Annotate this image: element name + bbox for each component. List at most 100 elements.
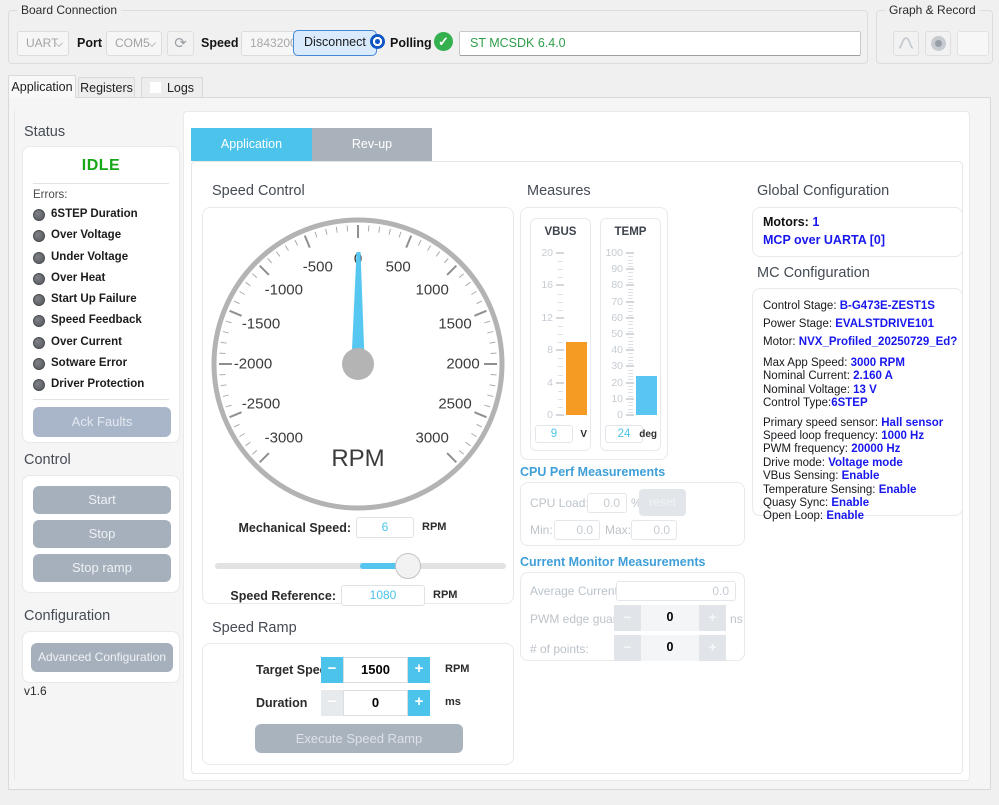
configuration-section-title: Configuration — [24, 608, 111, 624]
points-field[interactable]: 0 — [641, 635, 699, 661]
polling-label: Polling — [390, 36, 432, 50]
start-button[interactable]: Start — [33, 486, 171, 514]
graph-button[interactable] — [893, 31, 919, 56]
mc-configuration-title: MC Configuration — [757, 265, 870, 281]
polling-radio[interactable] — [370, 34, 385, 49]
duration-decrement-button[interactable]: − — [321, 690, 343, 716]
speed-reference-field[interactable]: 1080 — [341, 585, 425, 606]
graph-record-title: Graph & Record — [885, 3, 980, 17]
logs-tab-icon — [149, 82, 161, 93]
target-speed-increment-button[interactable]: + — [408, 657, 430, 683]
temp-major-tick — [626, 300, 634, 303]
mc-config-value: 20000 Hz — [851, 443, 901, 456]
cpu-load-max-field[interactable]: 0.0 — [631, 520, 677, 540]
mc-config-value: Hall sensor — [881, 416, 944, 429]
temp-gauge: TEMP 100 90 80 70 60 50 40 30 20 10 0 24 deg — [600, 218, 661, 451]
pwm-edge-guard-field[interactable]: 0 — [641, 605, 699, 631]
refresh-ports-button[interactable]: ⟳ — [167, 31, 194, 56]
control-button-list: Start Stop Stop ramp — [23, 476, 179, 592]
ack-faults-button[interactable]: Ack Faults — [33, 407, 171, 437]
status-section-title: Status — [24, 124, 66, 140]
speed-slider-handle[interactable] — [395, 553, 421, 579]
temp-minor-tick — [628, 379, 633, 381]
mechanical-speed-field[interactable]: 6 — [356, 517, 414, 538]
temp-minor-tick — [628, 304, 633, 306]
tab-application[interactable]: Application — [8, 75, 76, 98]
mc-config-row: Open Loop: Enable — [763, 510, 956, 523]
temp-tick-label: 40 — [611, 344, 623, 357]
error-indicator-dot — [33, 336, 45, 349]
cpu-load-field[interactable]: 0.0 — [587, 493, 627, 513]
temp-minor-tick — [628, 372, 633, 374]
error-item: Over Current — [33, 334, 175, 355]
record-icon — [931, 36, 946, 51]
cpu-load-min-field[interactable]: 0.0 — [554, 520, 600, 540]
mc-configuration-card: Control Stage: B-G473E-ZEST1S Power Stage… — [752, 288, 963, 522]
subtab-application[interactable]: Application — [191, 128, 312, 161]
vbus-value-field[interactable]: 9 — [535, 425, 573, 443]
vbus-unit-label: V — [580, 429, 587, 440]
temp-minor-tick — [628, 262, 633, 264]
svg-text:3000: 3000 — [416, 430, 449, 447]
error-label: Speed Feedback — [51, 314, 142, 327]
mc-config-row: Power Stage: EVALSTDRIVE101 — [763, 315, 956, 333]
points-increment-button[interactable]: + — [699, 635, 726, 661]
average-current-field[interactable]: 0.0 — [616, 581, 736, 601]
temp-major-tick — [626, 381, 634, 384]
points-decrement-button[interactable]: − — [614, 635, 641, 661]
mechanical-speed-unit: RPM — [422, 521, 447, 533]
tab-registers[interactable]: Registers — [78, 77, 135, 98]
error-indicator-dot — [33, 272, 45, 285]
version-label: v1.6 — [24, 684, 47, 698]
mc-config-row: Speed loop frequency: 1000 Hz — [763, 430, 956, 443]
current-monitor-title: Current Monitor Measurements — [520, 555, 706, 569]
temp-minor-tick — [628, 359, 633, 361]
duration-increment-button[interactable]: + — [408, 690, 430, 716]
record-time-box[interactable] — [957, 31, 989, 56]
port-select[interactable]: COM5 — [106, 31, 162, 56]
cpu-load-reset-button[interactable]: reset — [639, 489, 686, 516]
duration-unit: ms — [445, 696, 461, 708]
subtab-revup[interactable]: Rev-up — [312, 128, 432, 161]
error-indicator-dot — [33, 294, 45, 307]
pwm-edge-guard-decrement-button[interactable]: − — [614, 605, 641, 631]
target-speed-unit: RPM — [445, 663, 470, 675]
pwm-edge-guard-increment-button[interactable]: + — [699, 605, 726, 631]
temp-tick-label: 50 — [611, 328, 623, 340]
stop-ramp-button[interactable]: Stop ramp — [33, 554, 171, 582]
temp-minor-tick — [628, 343, 633, 345]
mc-config-label: Control Stage: — [763, 300, 840, 312]
temp-value-field[interactable]: 24 — [605, 425, 643, 443]
temp-major-tick — [626, 365, 634, 368]
mc-config-value: 3000 RPM — [850, 357, 905, 369]
temp-minor-tick — [628, 256, 633, 258]
uart-select[interactable]: UART — [17, 31, 69, 56]
svg-text:-1000: -1000 — [265, 281, 303, 298]
vbus-minor-tick — [558, 342, 563, 344]
duration-field[interactable]: 0 — [343, 690, 408, 716]
vbus-minor-tick — [558, 325, 563, 327]
vbus-minor-tick — [558, 390, 563, 392]
advanced-configuration-button[interactable]: Advanced Configuration — [31, 643, 173, 672]
disconnect-button[interactable]: Disconnect — [293, 30, 377, 56]
stop-button[interactable]: Stop — [33, 520, 171, 548]
execute-speed-ramp-button[interactable]: Execute Speed Ramp — [255, 724, 463, 753]
temp-minor-tick — [628, 321, 633, 322]
motors-label: Motors: — [763, 215, 813, 229]
vbus-major-tick — [556, 316, 564, 319]
record-button[interactable] — [925, 31, 951, 56]
temp-minor-tick — [628, 408, 633, 410]
vbus-minor-tick — [558, 366, 563, 368]
target-speed-decrement-button[interactable]: − — [321, 657, 343, 683]
temp-unit-label: deg — [639, 429, 657, 440]
target-speed-field[interactable]: 1500 — [343, 657, 408, 683]
firmware-version-field[interactable]: ST MCSDK 6.4.0 — [459, 31, 861, 56]
pwm-edge-guard-unit: ns — [730, 612, 743, 626]
mc-config-group: Max App Speed: 3000 RPM Nominal Current: … — [763, 357, 956, 411]
temp-major-tick — [626, 252, 634, 254]
temp-tick-label: 90 — [611, 263, 623, 276]
svg-text:1500: 1500 — [438, 315, 471, 332]
mc-config-row: Drive mode: Voltage mode — [763, 457, 956, 470]
error-label: Start Up Failure — [51, 293, 137, 306]
tab-logs[interactable]: Logs — [141, 77, 203, 98]
